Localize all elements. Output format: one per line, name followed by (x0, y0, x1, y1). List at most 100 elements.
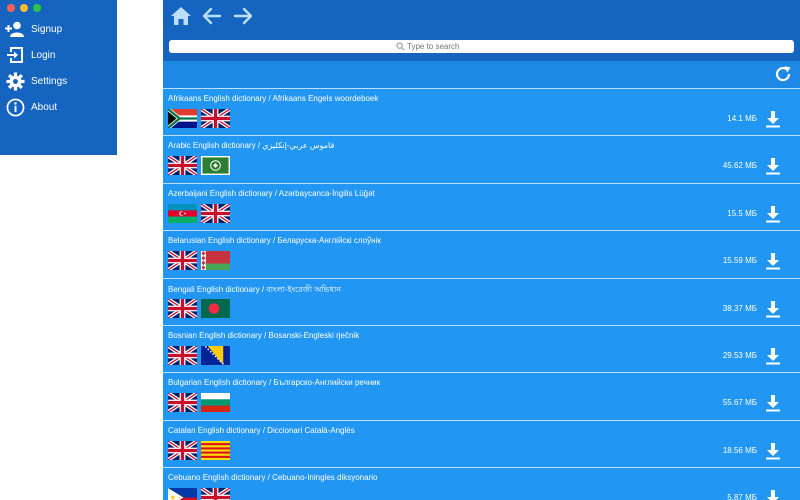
sidebar-item-label: Login (31, 49, 56, 61)
refresh-button[interactable] (773, 64, 793, 84)
flag-pair (168, 109, 230, 128)
dictionary-title: Afrikaans English dictionary / Afrikaans… (168, 94, 379, 103)
list-toolbar (163, 61, 800, 88)
dictionary-title: Cebuano English dictionary / Cebuano-Ini… (168, 473, 378, 483)
dictionary-row[interactable]: Catalan English dictionary / Diccionari … (163, 419, 800, 468)
download-icon (767, 490, 779, 500)
flag-bg-icon (201, 393, 230, 413)
file-size: 45.62 МБ (722, 161, 757, 171)
download-icon (766, 347, 780, 365)
sidebar-item-login[interactable]: Login (5, 44, 55, 66)
window-controls (7, 4, 41, 12)
download-icon (766, 442, 780, 460)
main-panel: Afrikaans English dictionary / Afrikaans… (163, 0, 800, 500)
flag-ph-icon (168, 488, 197, 500)
download-icon (766, 395, 780, 412)
download-button[interactable] (765, 205, 781, 223)
gear-icon (5, 71, 25, 91)
dictionary-row[interactable]: Bosnian English dictionary / Bosanski-En… (163, 324, 800, 373)
flag-gb-icon (168, 393, 197, 413)
flag-pair (168, 440, 230, 460)
dictionary-title: Bosnian English dictionary / Bosanski-En… (168, 330, 360, 340)
refresh-icon (775, 66, 791, 82)
dictionary-title: Bulgarian English dictionary / Българско… (168, 378, 381, 388)
flag-gb-icon (201, 488, 230, 500)
dictionary-row[interactable]: Belarusian English dictionary / Беларуск… (163, 230, 800, 278)
sidebar-item-about[interactable]: About (5, 96, 57, 118)
top-bar (163, 0, 800, 60)
flag-gb-icon (168, 156, 197, 176)
search-icon (396, 42, 405, 51)
dictionary-row[interactable]: Cebuano English dictionary / Cebuano-Ini… (163, 467, 800, 500)
sidebar-item-label: About (31, 101, 58, 113)
download-icon (766, 253, 780, 270)
sidebar-item-label: Signup (31, 23, 63, 35)
sidebar-item-signup[interactable]: Signup (5, 18, 62, 40)
flag-gb-icon (201, 109, 230, 128)
download-icon (766, 111, 780, 128)
dictionary-title: Azerbaijani English dictionary / Azərbay… (168, 188, 375, 198)
dictionary-row[interactable]: Bulgarian English dictionary / Българско… (163, 372, 800, 420)
download-button[interactable] (765, 394, 781, 412)
dictionary-row[interactable]: Afrikaans English dictionary / Afrikaans… (163, 88, 800, 136)
download-icon (766, 158, 780, 175)
flag-pair (168, 298, 230, 318)
download-button[interactable] (765, 110, 781, 128)
flag-gb-icon (201, 203, 230, 223)
download-button[interactable] (765, 489, 781, 500)
flag-arab-icon (201, 156, 230, 176)
file-size: 55.67 МБ (722, 398, 757, 408)
arrow-left-icon (202, 7, 222, 25)
sidebar: Signup Login Settings About (0, 0, 117, 155)
dictionary-row[interactable]: Arabic English dictionary / قاموس عربي-إ… (163, 135, 800, 183)
back-button[interactable] (201, 5, 223, 27)
search-bar[interactable] (169, 40, 794, 53)
flag-pair (168, 203, 230, 223)
flag-pair (168, 488, 230, 500)
flag-gb-icon (168, 251, 197, 271)
download-button[interactable] (765, 300, 781, 318)
file-size: 15.59 МБ (722, 256, 757, 266)
download-button[interactable] (765, 157, 781, 175)
home-icon (171, 7, 191, 25)
download-button[interactable] (765, 347, 781, 365)
download-icon (766, 205, 780, 223)
flag-cat-icon (201, 440, 230, 460)
arrow-right-icon (233, 7, 253, 25)
flag-by-icon (201, 251, 230, 271)
flag-gb-icon (168, 345, 197, 365)
maximize-window-button[interactable] (33, 4, 41, 12)
file-size: 29.53 МБ (722, 350, 757, 360)
download-button[interactable] (765, 252, 781, 270)
download-button[interactable] (765, 442, 781, 460)
dictionary-list: Afrikaans English dictionary / Afrikaans… (163, 88, 800, 500)
home-button[interactable] (170, 5, 192, 27)
sidebar-item-label: Settings (31, 75, 68, 87)
flag-pair (168, 393, 230, 413)
dictionary-title: Bengali English dictionary / বাংলা-ইংরেজ… (168, 284, 342, 294)
file-size: 38.37 МБ (722, 303, 757, 313)
forward-button[interactable] (232, 5, 254, 27)
file-size: 18.56 МБ (722, 445, 757, 455)
dictionary-row[interactable]: Bengali English dictionary / বাংলা-ইংরেজ… (163, 277, 800, 325)
close-window-button[interactable] (7, 4, 15, 12)
sidebar-item-settings[interactable]: Settings (5, 70, 67, 92)
flag-ba-icon (201, 345, 230, 365)
add-user-icon (5, 19, 25, 39)
flag-bd-icon (201, 298, 230, 318)
minimize-window-button[interactable] (20, 4, 28, 12)
flag-az-icon (168, 203, 197, 223)
flag-pair (168, 345, 230, 365)
login-icon (5, 45, 25, 65)
file-size: 5.87 МБ (727, 493, 757, 500)
flag-gb-icon (168, 440, 197, 460)
dictionary-title: Belarusian English dictionary / Беларуск… (168, 236, 381, 246)
flag-gb-icon (168, 298, 197, 318)
file-size: 14.1 МБ (727, 114, 757, 123)
dictionary-row[interactable]: Azerbaijani English dictionary / Azərbay… (163, 182, 800, 231)
info-icon (5, 97, 25, 117)
file-size: 15.5 МБ (727, 208, 757, 218)
dictionary-title: Arabic English dictionary / قاموس عربي-إ… (168, 141, 335, 151)
search-input[interactable] (407, 40, 567, 53)
flag-za-icon (168, 109, 197, 128)
